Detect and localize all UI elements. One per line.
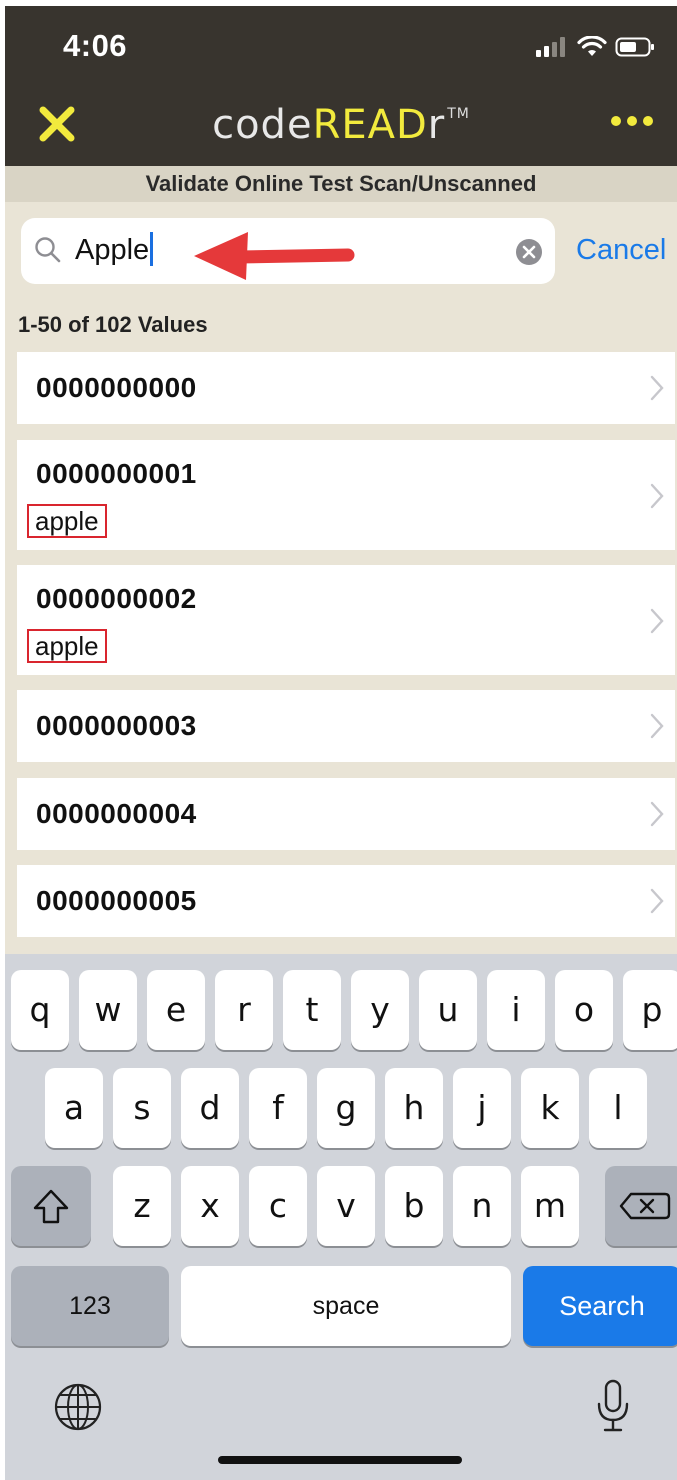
shift-key[interactable] (11, 1166, 91, 1246)
key-g[interactable]: g (317, 1068, 375, 1148)
globe-icon[interactable] (53, 1382, 103, 1432)
more-options-button[interactable] (605, 110, 659, 132)
more-dot (611, 116, 621, 126)
top-bar: 4:06 codeREADr TM (5, 6, 677, 166)
app-screen: 4:06 codeREADr TM Validate Online Test S… (5, 6, 677, 1480)
logo-suffix: r (427, 102, 446, 148)
microphone-icon[interactable] (595, 1378, 631, 1434)
more-dot (627, 116, 637, 126)
list-item-tag: apple (27, 504, 107, 538)
key-s[interactable]: s (113, 1068, 171, 1148)
onscreen-keyboard: q w e r t y u i o p a s d f g h j k l z … (5, 954, 677, 1480)
key-x[interactable]: x (181, 1166, 239, 1246)
search-key[interactable]: Search (523, 1266, 677, 1346)
key-l[interactable]: l (589, 1068, 647, 1148)
text-cursor (150, 232, 154, 267)
key-f[interactable]: f (249, 1068, 307, 1148)
results-count: 1-50 of 102 Values (18, 312, 208, 337)
space-key[interactable]: space (181, 1266, 511, 1346)
logo-prefix: code (212, 102, 313, 148)
key-n[interactable]: n (453, 1166, 511, 1246)
key-k[interactable]: k (521, 1068, 579, 1148)
list-item[interactable]: 0000000004 (17, 778, 675, 850)
list-item-code: 0000000005 (36, 885, 197, 916)
backspace-key[interactable] (605, 1166, 677, 1246)
list-item-tag: apple (27, 629, 107, 663)
list-item[interactable]: 0000000002 apple (17, 565, 675, 675)
key-o[interactable]: o (555, 970, 613, 1050)
search-value: Apple (75, 234, 150, 266)
key-y[interactable]: y (351, 970, 409, 1050)
key-b[interactable]: b (385, 1166, 443, 1246)
list-item-code: 0000000003 (36, 710, 197, 741)
chevron-right-icon (650, 483, 664, 509)
key-h[interactable]: h (385, 1068, 443, 1148)
key-r[interactable]: r (215, 970, 273, 1050)
key-u[interactable]: u (419, 970, 477, 1050)
status-time: 4:06 (63, 28, 128, 63)
list-item-code: 0000000000 (36, 372, 197, 403)
key-w[interactable]: w (79, 970, 137, 1050)
key-t[interactable]: t (283, 970, 341, 1050)
app-logo: codeREADr TM (5, 102, 677, 148)
list-item-code: 0000000001 (36, 458, 197, 489)
key-z[interactable]: z (113, 1166, 171, 1246)
list-item[interactable]: 0000000000 (17, 352, 675, 424)
logo-accent: READ (312, 102, 428, 148)
list-item[interactable]: 0000000001 apple (17, 440, 675, 550)
wifi-icon (577, 36, 607, 56)
more-dot (643, 116, 653, 126)
cancel-button[interactable]: Cancel (576, 234, 666, 267)
trademark: TM (447, 106, 470, 122)
list-item[interactable]: 0000000005 (17, 865, 675, 937)
battery-icon (615, 37, 654, 57)
chevron-right-icon (650, 375, 664, 401)
clear-text-icon[interactable] (515, 238, 543, 266)
search-icon (35, 237, 61, 263)
key-c[interactable]: c (249, 1166, 307, 1246)
backspace-icon (619, 1192, 671, 1220)
key-j[interactable]: j (453, 1068, 511, 1148)
status-icons (535, 36, 655, 58)
key-q[interactable]: q (11, 970, 69, 1050)
chevron-right-icon (650, 713, 664, 739)
list-item-code: 0000000004 (36, 798, 197, 829)
key-d[interactable]: d (181, 1068, 239, 1148)
chevron-right-icon (650, 801, 664, 827)
key-a[interactable]: a (45, 1068, 103, 1148)
home-indicator (218, 1456, 462, 1464)
key-e[interactable]: e (147, 970, 205, 1050)
cellular-signal-icon (536, 37, 565, 57)
key-p[interactable]: p (623, 970, 677, 1050)
key-v[interactable]: v (317, 1166, 375, 1246)
key-m[interactable]: m (521, 1166, 579, 1246)
annotation-arrow-icon (194, 232, 355, 280)
chevron-right-icon (650, 608, 664, 634)
key-i[interactable]: i (487, 970, 545, 1050)
chevron-right-icon (650, 888, 664, 914)
numbers-key[interactable]: 123 (11, 1266, 169, 1346)
shift-icon (33, 1189, 69, 1224)
search-input[interactable]: Apple (75, 232, 154, 268)
list-item[interactable]: 0000000003 (17, 690, 675, 762)
list-item-code: 0000000002 (36, 583, 197, 614)
list-subtitle: Validate Online Test Scan/Unscanned (5, 166, 677, 202)
